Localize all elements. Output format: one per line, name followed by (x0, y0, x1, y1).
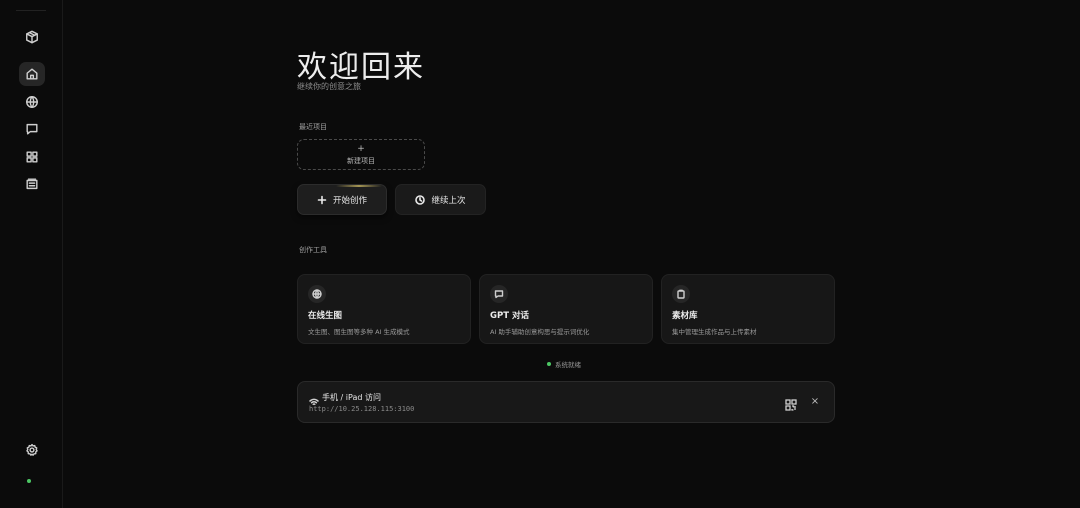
globe-icon (308, 285, 326, 303)
start-creating-label: 开始创作 (332, 195, 367, 206)
plus-icon (317, 195, 327, 204)
sidebar-item-globe[interactable] (19, 90, 45, 114)
recent-projects-label: 最近项目 (299, 123, 327, 131)
grid-icon (26, 151, 38, 163)
tool-card-title: GPT 对话 (490, 311, 529, 321)
continue-last-label: 继续上次 (431, 195, 466, 206)
start-creating-button[interactable]: 开始创作 (297, 184, 387, 215)
gear-icon (26, 443, 38, 456)
page-subtitle: 继续你的创意之旅 (297, 82, 361, 91)
continue-last-button[interactable]: 继续上次 (395, 184, 486, 215)
sidebar-item-home[interactable] (19, 62, 45, 86)
plus-icon: + (357, 143, 365, 154)
status-dot (547, 362, 551, 366)
cube-logo-icon[interactable] (19, 25, 45, 49)
tool-card-asset-library[interactable]: 素材库 集中管理生成作品与上传素材 (661, 274, 835, 344)
wifi-icon (309, 392, 319, 406)
tool-card-desc: 集中管理生成作品与上传素材 (672, 328, 757, 336)
chat-icon (490, 285, 508, 303)
close-button[interactable]: × (808, 395, 822, 409)
tool-card-title: 在线生图 (308, 311, 343, 321)
new-project-button[interactable]: + 新建项目 (297, 139, 425, 170)
clock-icon (415, 194, 426, 205)
tool-card-title: 素材库 (672, 311, 698, 321)
mobile-access-title: 手机 / iPad 访问 (322, 393, 381, 402)
tool-card-desc: AI 助手辅助创意构思与提示词优化 (490, 328, 590, 336)
globe-icon (26, 96, 38, 108)
library-icon (26, 178, 38, 190)
sidebar-item-chat[interactable] (19, 117, 45, 141)
sidebar (0, 0, 63, 508)
qr-code-icon (785, 399, 797, 411)
sidebar-item-grid[interactable] (19, 145, 45, 169)
tool-card-desc: 文生图、图生图等多种 AI 生成模式 (308, 328, 410, 336)
tool-card-online-image[interactable]: 在线生图 文生图、图生图等多种 AI 生成模式 (297, 274, 471, 344)
clipboard-icon (672, 285, 690, 303)
sidebar-divider (16, 10, 46, 11)
sidebar-item-library[interactable] (19, 172, 45, 196)
status-text: 系统就绪 (555, 361, 581, 369)
home-icon (26, 68, 38, 80)
button-glow (336, 185, 382, 187)
connection-status-dot (27, 479, 31, 483)
settings-button[interactable] (19, 438, 45, 462)
page-title: 欢迎回来 (297, 50, 425, 85)
mobile-access-bar: 手机 / iPad 访问 http://10.25.128.115:3100 × (297, 381, 835, 423)
new-project-label: 新建项目 (347, 156, 375, 165)
mobile-access-url[interactable]: http://10.25.128.115:3100 (309, 405, 414, 413)
creative-tools-label: 创作工具 (299, 246, 327, 254)
tool-card-gpt-chat[interactable]: GPT 对话 AI 助手辅助创意构思与提示词优化 (479, 274, 653, 344)
qr-code-button[interactable] (785, 396, 797, 411)
system-status: 系统就绪 (547, 359, 581, 369)
chat-icon (26, 123, 38, 135)
